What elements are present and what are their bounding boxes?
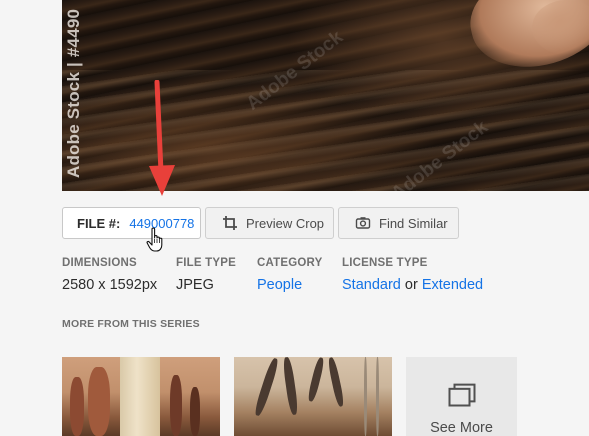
license-type-heading: LICENSE TYPE bbox=[342, 257, 428, 269]
ballet-barre bbox=[364, 357, 367, 436]
file-type-detail: FILE TYPE JPEG bbox=[176, 257, 236, 293]
dancer-leg bbox=[326, 357, 346, 408]
stock-preview-image[interactable]: Adobe Stock Adobe Stock Adobe Stock | #4… bbox=[62, 0, 589, 191]
ballet-barre bbox=[376, 357, 379, 436]
dancer-figure bbox=[170, 375, 182, 436]
file-number-label: FILE #: bbox=[77, 215, 121, 231]
asset-detail-page: Adobe Stock Adobe Stock Adobe Stock | #4… bbox=[0, 0, 589, 436]
camera-icon bbox=[355, 215, 371, 231]
vertical-stock-caption: Adobe Stock | #4490 bbox=[64, 8, 83, 178]
find-similar-button[interactable]: Find Similar bbox=[338, 207, 459, 239]
dancer-figure bbox=[190, 387, 200, 436]
file-number-box[interactable]: FILE #: 449000778 bbox=[62, 207, 201, 239]
find-similar-label: Find Similar bbox=[379, 215, 448, 231]
crop-icon bbox=[222, 215, 238, 231]
file-type-value: JPEG bbox=[176, 277, 214, 293]
dimensions-detail: DIMENSIONS 2580 x 1592px bbox=[62, 257, 157, 293]
dancer-figure bbox=[70, 377, 84, 436]
see-more-tile[interactable]: See More bbox=[406, 357, 517, 436]
extended-license-link[interactable]: Extended bbox=[422, 277, 483, 293]
see-more-label: See More bbox=[430, 420, 493, 436]
category-heading: CATEGORY bbox=[257, 257, 323, 269]
category-link[interactable]: People bbox=[257, 277, 302, 293]
gallery-stack-icon bbox=[448, 383, 475, 407]
preview-crop-label: Preview Crop bbox=[246, 215, 325, 231]
wood-floor-texture bbox=[62, 70, 589, 191]
dimensions-heading: DIMENSIONS bbox=[62, 257, 137, 269]
file-type-heading: FILE TYPE bbox=[176, 257, 236, 269]
hand-cursor-icon bbox=[146, 227, 163, 252]
dancer-leg bbox=[306, 357, 326, 403]
dancer-figure bbox=[88, 367, 110, 436]
license-type-detail: LICENSE TYPE Standard or Extended bbox=[342, 257, 483, 293]
dancer-leg bbox=[252, 357, 281, 417]
license-or-text: or bbox=[404, 277, 418, 293]
series-thumbnail[interactable] bbox=[62, 357, 220, 436]
category-detail: CATEGORY People bbox=[257, 257, 323, 293]
series-thumbnail[interactable] bbox=[234, 357, 392, 436]
preview-crop-button[interactable]: Preview Crop bbox=[205, 207, 334, 239]
standard-license-link[interactable]: Standard bbox=[342, 277, 401, 293]
dimensions-value: 2580 x 1592px bbox=[62, 277, 158, 293]
red-arrow-annotation bbox=[149, 80, 175, 196]
dancer-leg bbox=[282, 357, 299, 416]
series-section-title: MORE FROM THIS SERIES bbox=[62, 318, 200, 330]
